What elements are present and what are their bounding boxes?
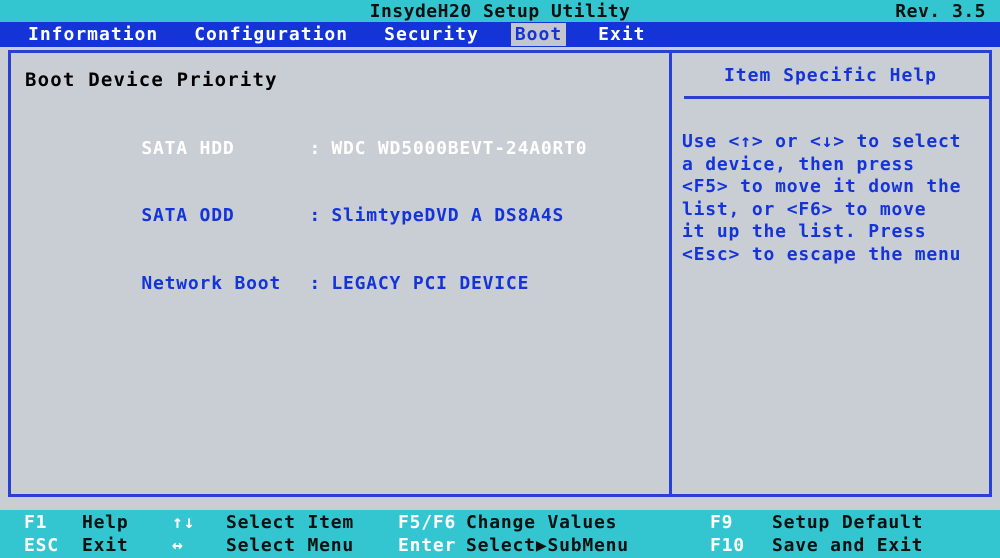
menu-item-boot[interactable]: Boot — [510, 23, 567, 46]
menu-item-configuration[interactable]: Configuration — [190, 23, 352, 46]
bios-setup-screen: InsydeH20 Setup Utility Rev. 3.5 Informa… — [0, 0, 1000, 558]
footer-desc-select-menu: Select Menu — [226, 535, 355, 556]
boot-device-row-sata-odd[interactable]: SATA ODD: SlimtypeDVD A DS8A4S — [25, 183, 655, 251]
footer-desc-change-values: Change Values — [466, 512, 618, 533]
help-panel-title: Item Specific Help — [723, 65, 938, 86]
menu-item-information[interactable]: Information — [24, 23, 162, 46]
help-text-line: it up the list. Press — [682, 221, 927, 242]
boot-device-list: SATA HDD: WDC WD5000BEVT-24A0RT0 SATA ODD… — [25, 115, 655, 318]
leftright-arrows-icon: ↔ — [172, 535, 184, 556]
footer-desc-help: Help — [82, 512, 129, 533]
boot-device-value: LEGACY PCI DEVICE — [331, 272, 530, 294]
footer-desc-select-submenu: Select▶SubMenu — [466, 535, 629, 556]
boot-device-name: SATA ODD — [141, 205, 235, 226]
menu-item-exit[interactable]: Exit — [594, 23, 649, 46]
boot-device-name: SATA HDD — [141, 137, 235, 159]
item-specific-help-pane: Item Specific Help Use <↑> or <↓> to sel… — [672, 53, 989, 494]
footer-key-f5-f6[interactable]: F5/F6 — [398, 511, 456, 534]
menu-bar: Information Configuration Security Boot … — [0, 22, 1000, 47]
title-bar: InsydeH20 Setup Utility Rev. 3.5 — [0, 0, 1000, 22]
boot-device-row-network-boot[interactable]: Network Boot: LEGACY PCI DEVICE — [25, 250, 655, 318]
footer-key-f1[interactable]: F1 — [24, 511, 47, 534]
footer-row-2: ESC Exit ↔ Select Menu Enter Select▶SubM… — [0, 534, 1000, 558]
help-text-line: Use <↑> or <↓> to select — [682, 131, 962, 152]
footer-desc-exit: Exit — [82, 535, 129, 556]
boot-priority-pane: Boot Device Priority SATA HDD: WDC WD5000… — [11, 53, 666, 494]
menu-item-security[interactable]: Security — [380, 23, 483, 46]
footer-key-enter[interactable]: Enter — [398, 534, 456, 557]
content-panel: Boot Device Priority SATA HDD: WDC WD5000… — [8, 50, 992, 497]
help-text-line: <Esc> to escape the menu — [682, 243, 962, 265]
boot-device-colon: : — [309, 272, 322, 294]
boot-device-name: Network Boot — [141, 272, 282, 294]
footer-key-f9[interactable]: F9 — [710, 511, 733, 534]
boot-device-colon: : — [309, 205, 322, 226]
help-panel-body: Use <↑> or <↓> to select a device, then … — [682, 131, 989, 266]
footer-desc-setup-default: Setup Default — [772, 512, 924, 533]
boot-device-value: SlimtypeDVD A DS8A4S — [331, 205, 565, 226]
help-title-divider — [684, 96, 989, 99]
footer-row-1: F1 Help ↑↓ Select Item F5/F6 Change Valu… — [0, 511, 1000, 535]
section-title: Boot Device Priority — [25, 69, 278, 91]
footer-key-esc[interactable]: ESC — [24, 534, 59, 557]
help-text-line: a device, then press — [682, 153, 915, 175]
footer-desc-select-item: Select Item — [226, 512, 355, 533]
boot-device-colon: : — [309, 137, 322, 159]
updown-arrows-icon: ↑↓ — [172, 512, 196, 533]
boot-device-row-sata-hdd[interactable]: SATA HDD: WDC WD5000BEVT-24A0RT0 — [25, 115, 655, 183]
footer-key-f10[interactable]: F10 — [710, 534, 745, 557]
footer-key-legend: F1 Help ↑↓ Select Item F5/F6 Change Valu… — [0, 510, 1000, 558]
utility-title: InsydeH20 Setup Utility — [369, 1, 631, 22]
revision-label: Rev. 3.5 — [895, 1, 986, 22]
help-text-line: list, or <F6> to move — [682, 198, 927, 220]
footer-desc-save-and-exit: Save and Exit — [772, 535, 924, 556]
help-text-line: <F5> to move it down the — [682, 176, 962, 197]
boot-device-value: WDC WD5000BEVT-24A0RT0 — [331, 137, 588, 159]
